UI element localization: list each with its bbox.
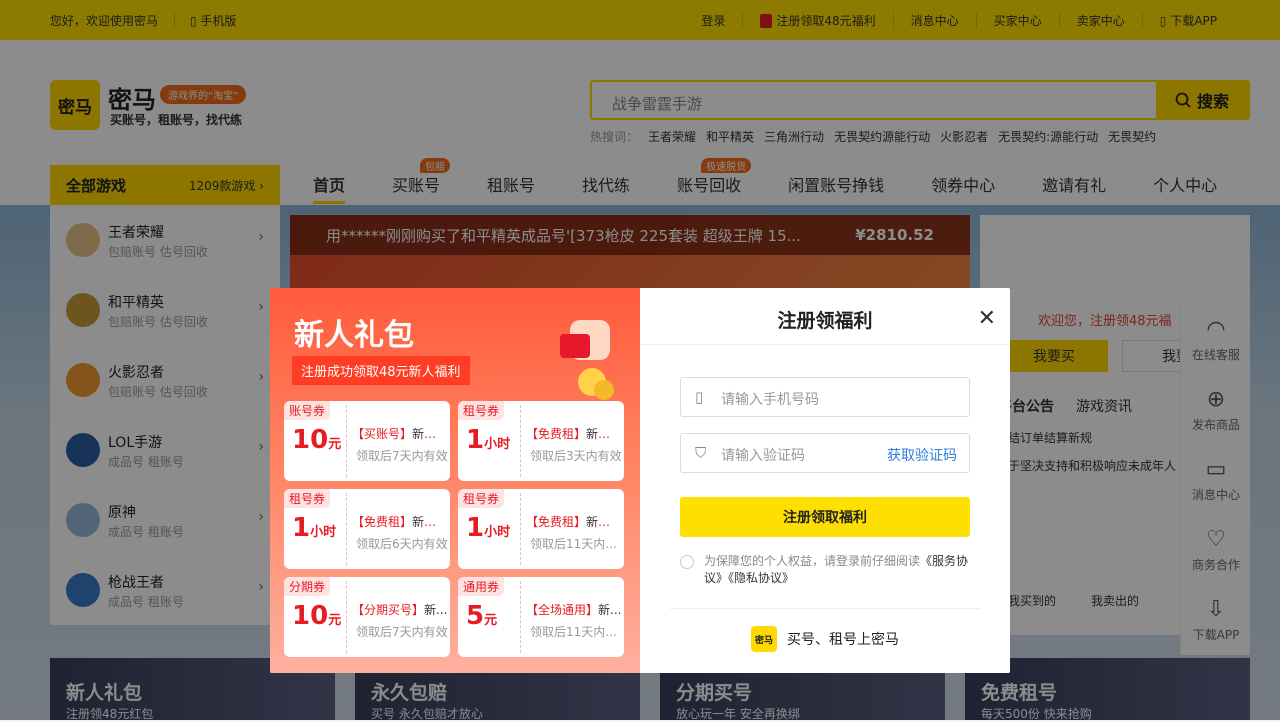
shield-icon: ⛉: [695, 444, 707, 462]
divider: [640, 344, 1010, 345]
register-modal: 新人礼包 注册成功领取48元新人福利 账号券 10元 【买账号】新人券 领取后7…: [270, 288, 1010, 673]
footer-text: 买号、租号上密马: [787, 632, 899, 648]
close-icon[interactable]: ✕: [978, 306, 996, 331]
gift-hand-icon: [560, 320, 614, 400]
mini-logo: 密马: [751, 626, 777, 652]
privacy-agreement-link[interactable]: 《隐私协议》: [728, 571, 794, 585]
phone-field[interactable]: ▯ 请输入手机号码: [680, 377, 970, 417]
register-submit-button[interactable]: 注册领取福利: [680, 497, 970, 537]
coupon-card[interactable]: 账号券 10元 【买账号】新人券 领取后7天内有效: [284, 401, 450, 481]
coupon-card[interactable]: 租号券 1小时 【免费租】新人券 领取后11天内...: [458, 489, 624, 569]
coupon-card[interactable]: 分期券 10元 【分期买号】新... 领取后7天内有效: [284, 577, 450, 657]
register-form: 注册领福利 ✕ ▯ 请输入手机号码 ⛉ 请输入验证码 获取验证码 注册领取福利 …: [640, 288, 1010, 673]
coupon-card[interactable]: 通用券 5元 【全场通用】新... 领取后11天内...: [458, 577, 624, 657]
modal-footer: 密马 买号、租号上密马: [640, 626, 1010, 652]
get-code-button[interactable]: 获取验证码: [887, 445, 957, 465]
gift-subtitle: 注册成功领取48元新人福利: [292, 356, 470, 385]
gift-panel: 新人礼包 注册成功领取48元新人福利 账号券 10元 【买账号】新人券 领取后7…: [270, 288, 640, 673]
coupon-card[interactable]: 租号券 1小时 【免费租】新人券 领取后3天内有效: [458, 401, 624, 481]
agreement: 为保障您的个人权益，请登录前仔细阅读《服务协议》《隐私协议》: [680, 553, 980, 587]
agree-radio[interactable]: [680, 555, 694, 569]
phone-placeholder: 请输入手机号码: [721, 392, 819, 408]
divider: [670, 608, 980, 609]
code-placeholder: 请输入验证码: [721, 448, 805, 464]
modal-title: 注册领福利: [777, 310, 873, 332]
coupon-card[interactable]: 租号券 1小时 【免费租】新人券 领取后6天内有效: [284, 489, 450, 569]
phone-icon: ▯: [695, 388, 704, 406]
code-field[interactable]: ⛉ 请输入验证码 获取验证码: [680, 433, 970, 473]
gift-title: 新人礼包: [294, 318, 414, 353]
